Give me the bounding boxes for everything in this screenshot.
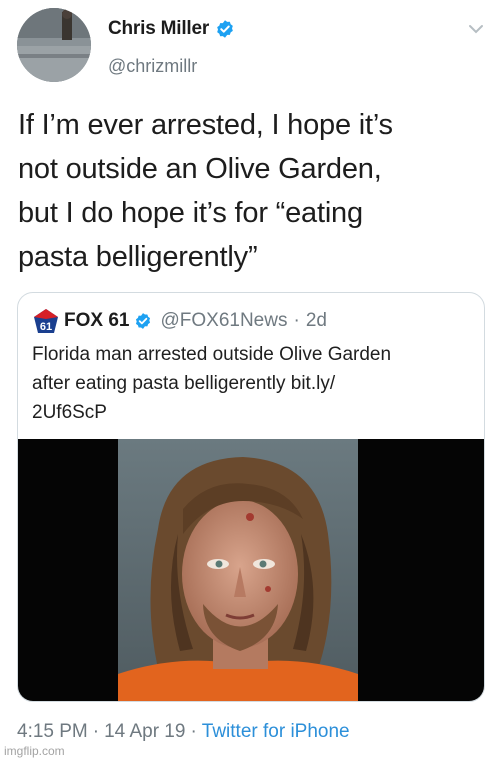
mugshot-photo — [118, 439, 358, 701]
svg-text:61: 61 — [40, 321, 52, 333]
fox61-logo: 61 — [34, 309, 58, 333]
quoted-tweet-card[interactable]: 61 FOX 61 @FOX61News · 2d Florida man ar… — [17, 292, 485, 702]
avatar[interactable] — [17, 8, 91, 82]
tweet-source-link[interactable]: Twitter for iPhone — [202, 721, 350, 743]
author-handle[interactable]: @chrizmillr — [108, 56, 197, 77]
watermark: imgflip.com — [4, 744, 65, 758]
quoted-tweet-text: Florida man arrested outside Olive Garde… — [32, 344, 392, 423]
author-row: Chris Miller — [108, 18, 235, 40]
separator-dot: · — [293, 310, 300, 331]
verified-badge-icon — [217, 20, 233, 38]
quoted-author-handle[interactable]: @FOX61News — [160, 310, 287, 332]
separator-dot: · — [92, 721, 100, 742]
tweet-footer: 4:15 PM · 14 Apr 19 · Twitter for iPhone — [17, 721, 350, 743]
quoted-tweet-header: 61 FOX 61 @FOX61News · 2d — [32, 307, 327, 335]
tweet-time[interactable]: 4:15 PM — [17, 721, 88, 743]
avatar-image — [17, 8, 91, 82]
separator-dot: · — [190, 721, 197, 742]
quoted-author-name[interactable]: FOX 61 — [64, 310, 129, 332]
quoted-timestamp[interactable]: 2d — [306, 310, 327, 332]
tweet-date[interactable]: 14 Apr 19 — [104, 721, 185, 743]
verified-badge-icon — [136, 313, 151, 329]
chevron-down-icon[interactable] — [468, 24, 484, 34]
author-name[interactable]: Chris Miller — [108, 18, 209, 40]
quoted-tweet-media[interactable] — [18, 439, 484, 701]
tweet-text: If I’m ever arrested, I hope it’s not ou… — [18, 109, 393, 273]
